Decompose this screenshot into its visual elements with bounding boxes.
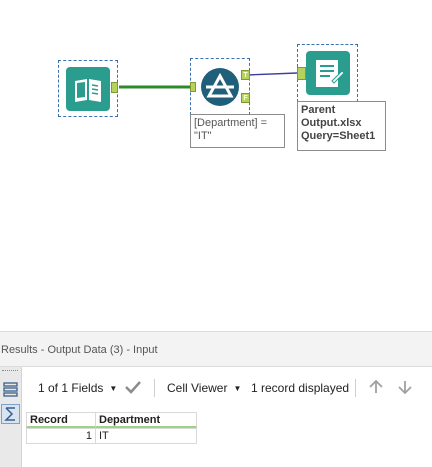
results-title: Results - Output Data (3) - Input [1,344,158,356]
record-cell: 1 [26,428,96,444]
book-icon [66,66,110,111]
toolbar-divider [355,379,356,397]
results-header: Results - Output Data (3) - Input [0,331,432,367]
department-cell[interactable]: IT [95,428,197,444]
toolbar-divider [154,379,155,397]
true-anchor[interactable]: T [241,70,250,80]
cell-viewer-label: Cell Viewer [167,381,228,395]
connection-wires [119,72,298,89]
false-anchor[interactable]: F [241,93,250,103]
arrow-down-icon[interactable] [397,367,413,409]
apply-check-icon[interactable] [124,367,142,409]
input-anchor[interactable] [297,67,306,80]
output-annotation: Parent Output.xlsx Query=Sheet1 [297,101,386,151]
column-header-record[interactable]: Record [26,412,96,428]
results-sidebar [0,367,22,467]
fields-dropdown[interactable]: 1 of 1 Fields ▼ [38,367,117,409]
list-icon[interactable] [1,379,20,399]
workflow-canvas[interactable]: T F [Department] = "IT" Parent Output.xl… [0,0,432,331]
cell-viewer-dropdown[interactable]: Cell Viewer ▼ [167,367,241,409]
results-body: 1 of 1 Fields ▼ Cell Viewer ▼ 1 record dis… [0,367,432,467]
arrow-up-icon[interactable] [368,367,384,409]
fields-label: 1 of 1 Fields [38,381,104,395]
results-toolbar: 1 of 1 Fields ▼ Cell Viewer ▼ 1 record dis… [22,367,432,409]
metadata-icon[interactable] [1,404,20,424]
wire-filter-true-to-output[interactable] [246,72,298,76]
record-count: 1 record displayed [251,367,349,409]
filter-icon [198,65,242,109]
output-data-tool[interactable] [297,44,358,102]
filter-annotation: [Department] = "IT" [190,114,285,148]
results-pane: Results - Output Data (3) - Input 1 of 1… [0,331,432,467]
input-anchor[interactable] [190,82,196,92]
column-header-department[interactable]: Department [95,412,197,428]
filter-tool[interactable]: T F [190,58,250,115]
input-data-tool[interactable] [58,60,118,117]
grip-handle[interactable] [2,370,18,373]
output-anchor[interactable] [111,82,118,93]
chevron-down-icon: ▼ [233,384,242,393]
record-count-label: 1 record displayed [251,381,350,395]
output-book-icon [305,51,350,95]
chevron-down-icon: ▼ [109,384,118,393]
